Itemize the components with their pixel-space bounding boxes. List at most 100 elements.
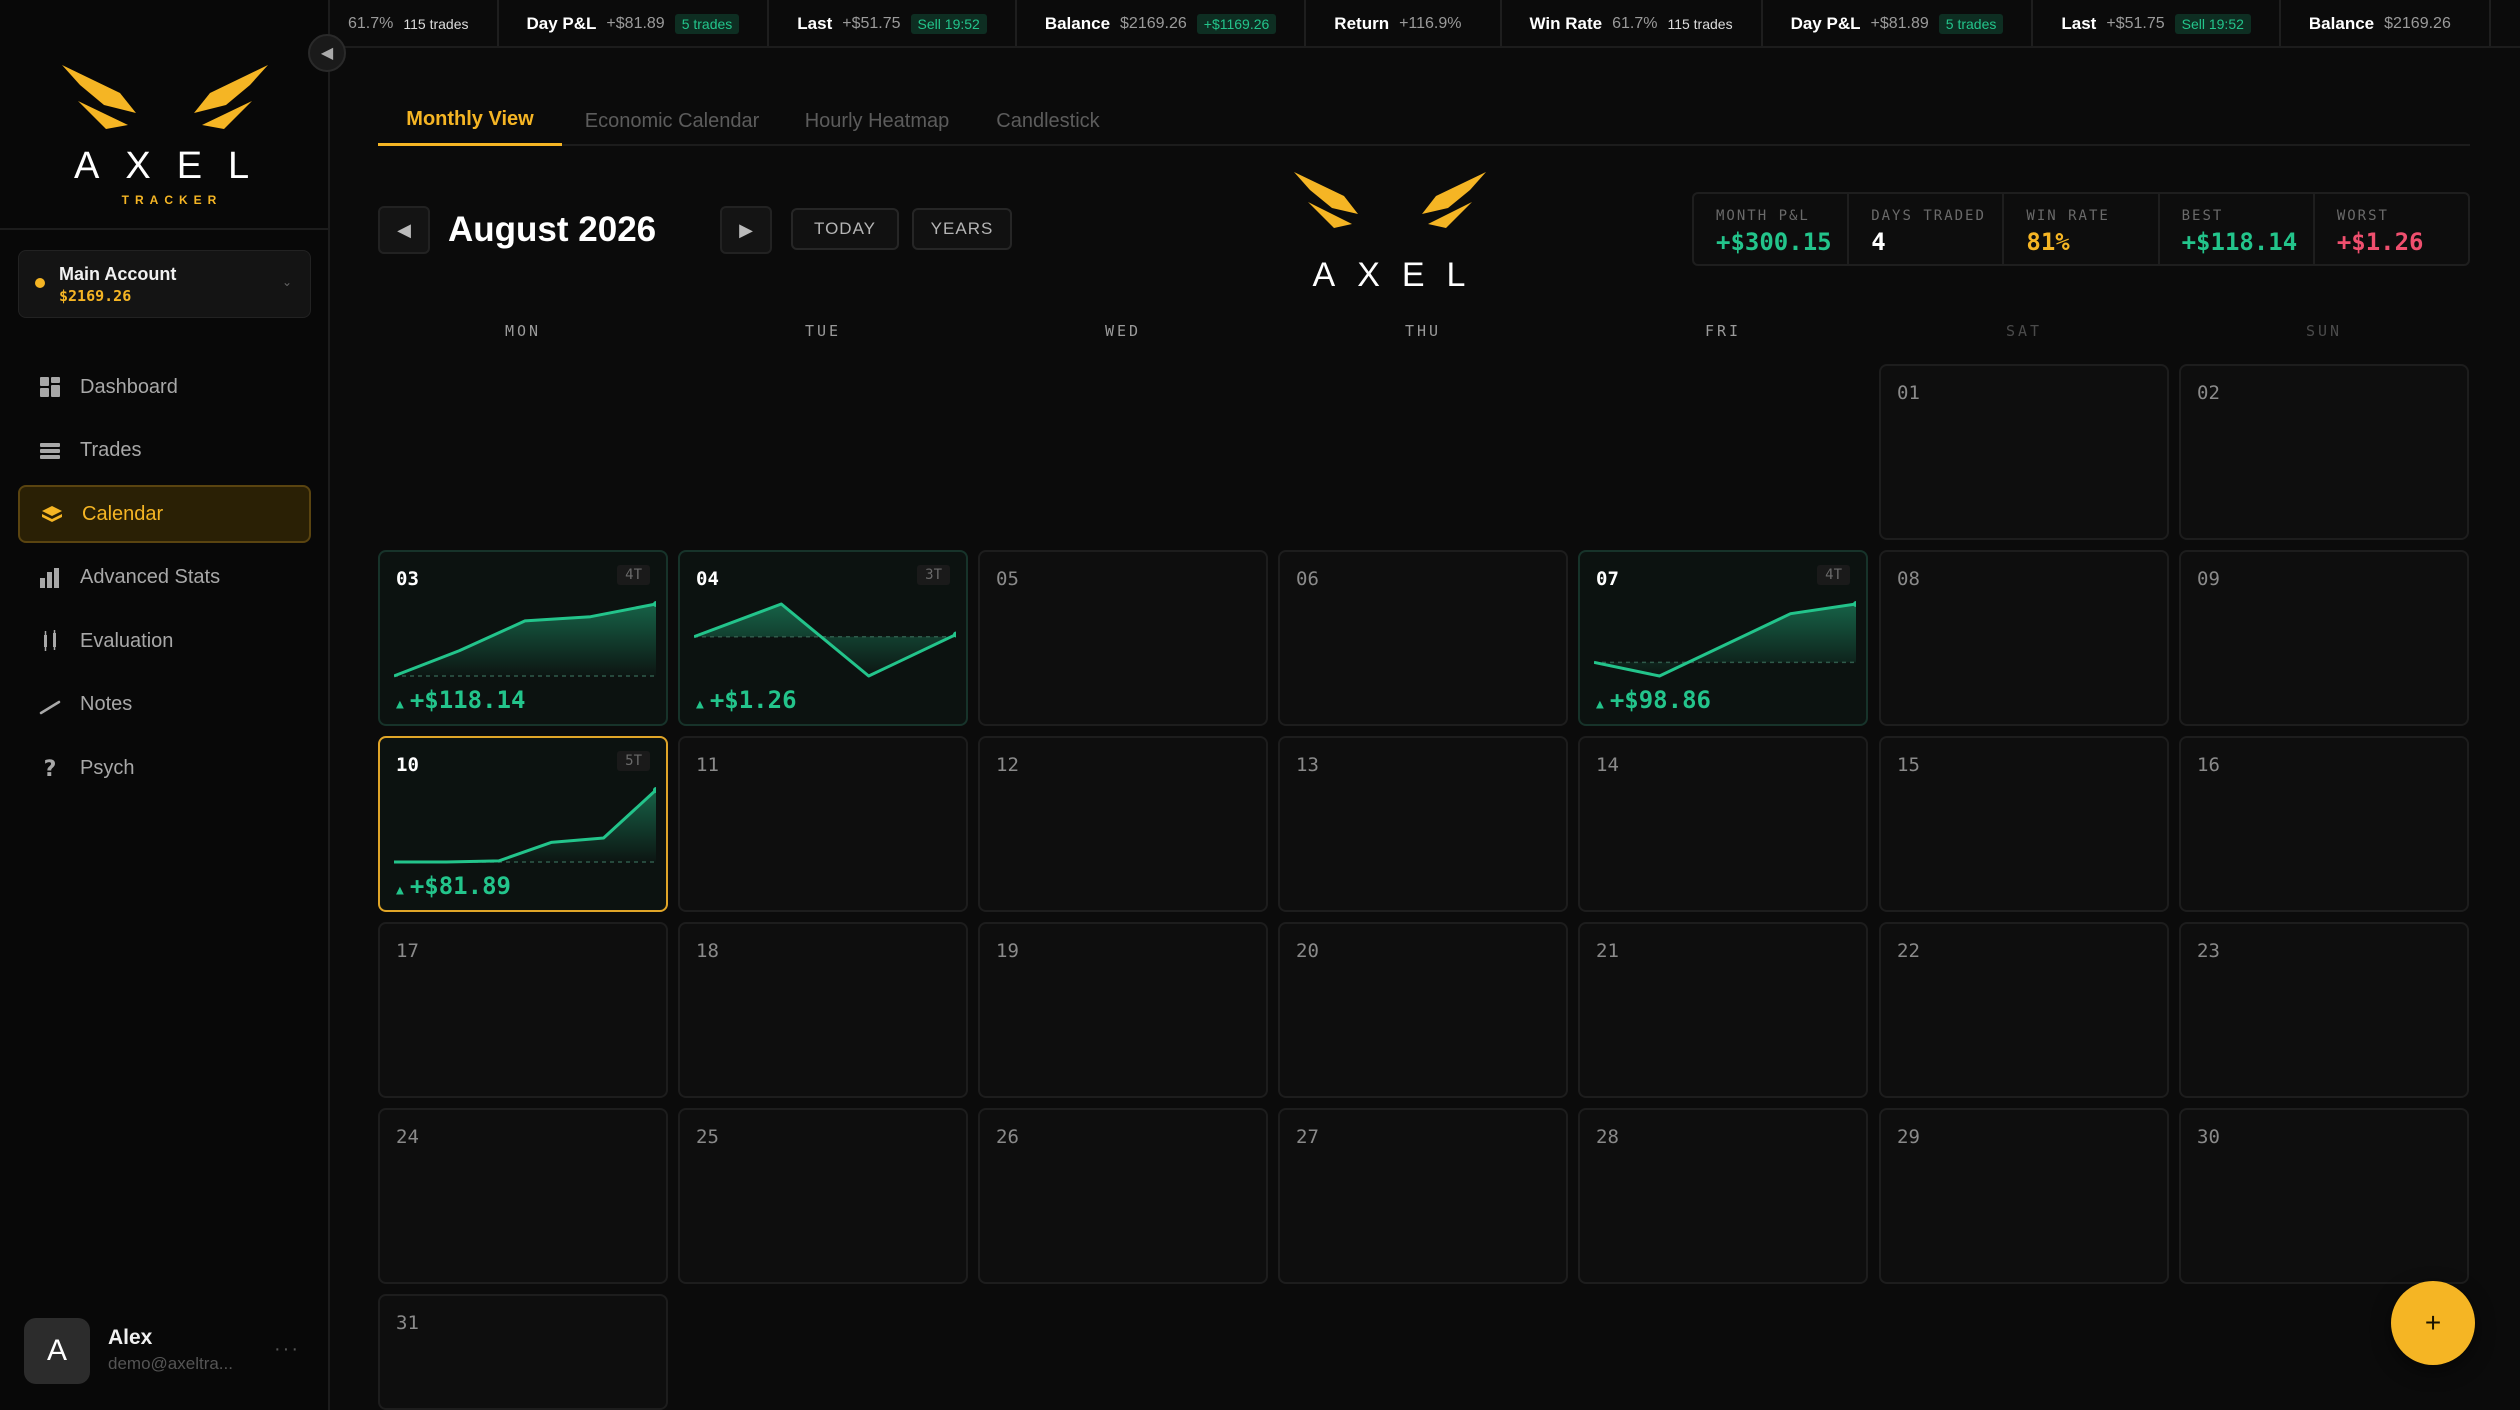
day-number: 29 — [1897, 1126, 1920, 1148]
weekday-header: FRI — [1704, 322, 1742, 340]
calendar-day-cell[interactable]: 14 — [1578, 736, 1868, 912]
evaluation-icon — [44, 630, 56, 651]
calendar-day-cell[interactable]: 24 — [378, 1108, 668, 1284]
calendar-day-cell[interactable]: 11 — [678, 736, 968, 912]
more-options-icon[interactable]: ··· — [274, 1338, 300, 1361]
calendar-day-cell[interactable]: 19 — [978, 922, 1268, 1098]
calendar-day-cell[interactable]: 25 — [678, 1108, 968, 1284]
sparkline-area — [394, 604, 656, 676]
add-trade-button[interactable]: + — [2391, 1281, 2475, 1365]
years-button[interactable]: YEARS — [912, 208, 1012, 250]
equity-sparkline — [694, 602, 956, 678]
stat-value: 81% — [2026, 228, 2070, 256]
ticker-item: Day P&L +$81.89 5 trades — [499, 0, 770, 46]
calendar-day-cell[interactable]: 09 — [2179, 550, 2469, 726]
tab-economic-calendar[interactable]: Economic Calendar — [574, 96, 770, 146]
prev-month-button[interactable]: ◀ — [378, 206, 430, 254]
next-month-button[interactable]: ▶ — [720, 206, 772, 254]
day-number: 27 — [1296, 1126, 1319, 1148]
stat-value: +$118.14 — [2181, 228, 2298, 256]
sidebar-item-dashboard[interactable]: Dashboard — [18, 358, 311, 416]
ticker-item: Return +116.9% — [1306, 0, 1502, 46]
calendar-day-cell[interactable]: 18 — [678, 922, 968, 1098]
day-number: 08 — [1897, 568, 1920, 590]
logo-text: AXEL — [74, 145, 276, 187]
calendar-day-cell[interactable]: 03 4T ▲ +$118.14 — [378, 550, 668, 726]
logo-subtext: TRACKER — [121, 193, 223, 207]
calendar-day-cell[interactable]: 20 — [1278, 922, 1568, 1098]
account-status-dot — [35, 278, 45, 288]
stat-win-rate: WIN RATE 81% — [2004, 194, 2160, 264]
calendar-day-cell[interactable]: 23 — [2179, 922, 2469, 1098]
day-number: 31 — [396, 1312, 419, 1334]
equity-sparkline — [1594, 601, 1856, 678]
month-stats: MONTH P&L +$300.15 DAYS TRADED 4 WIN RAT… — [1692, 192, 2470, 266]
svg-text:?: ? — [44, 757, 57, 780]
stat-worst: WORST +$1.26 — [2315, 194, 2468, 264]
calendar-day-cell[interactable]: 13 — [1278, 736, 1568, 912]
ticker-item: Win Rate 61.7% 115 trades — [1502, 0, 1763, 46]
ticker-label: Last — [797, 14, 833, 33]
today-button[interactable]: TODAY — [791, 208, 899, 250]
notes-icon — [39, 700, 61, 714]
stat-label: WORST — [2336, 208, 2389, 224]
sidebar-item-psych[interactable]: ? Psych — [18, 739, 311, 797]
stat-value: +$300.15 — [1716, 228, 1832, 256]
collapse-sidebar-button[interactable]: ◀ — [308, 34, 346, 72]
calendar-day-cell[interactable]: 07 4T ▲ +$98.86 — [1578, 550, 1868, 726]
help-icon: ? — [44, 757, 57, 780]
calendar-day-cell[interactable]: 17 — [378, 922, 668, 1098]
calendar-day-cell[interactable]: 21 — [1578, 922, 1868, 1098]
ticker-label: Return — [1334, 14, 1390, 33]
weekday-header: WED — [1104, 322, 1142, 340]
ticker-value: 61.7% — [348, 15, 394, 32]
day-number: 18 — [696, 940, 719, 962]
ticker-label: Day P&L — [1790, 14, 1861, 33]
plus-icon: + — [2424, 1307, 2442, 1338]
ticker-badge: 5 trades — [674, 14, 740, 34]
calendar-day-cell[interactable]: 26 — [978, 1108, 1268, 1284]
day-number: 01 — [1897, 382, 1920, 404]
calendar-day-cell[interactable]: 30 — [2179, 1108, 2469, 1284]
ticker-label: Last — [2061, 14, 2097, 33]
avatar: A — [24, 1318, 90, 1384]
calendar-day-cell[interactable]: 15 — [1879, 736, 2169, 912]
center-logo-text: AXEL — [1312, 256, 1488, 294]
calendar-day-cell[interactable]: 04 3T ▲ +$1.26 — [678, 550, 968, 726]
calendar-day-cell[interactable]: 16 — [2179, 736, 2469, 912]
view-tabs: Monthly View Economic Calendar Hourly He… — [378, 96, 2470, 146]
account-selector[interactable]: Main Account $2169.26 ⌄ — [18, 250, 311, 318]
weekday-header: SAT — [2005, 322, 2043, 340]
calendar-day-cell[interactable]: 22 — [1879, 922, 2169, 1098]
sidebar-item-evaluation[interactable]: Evaluation — [18, 612, 311, 670]
trade-count-badge: 4T — [617, 565, 650, 585]
calendar-day-cell[interactable]: 01 — [1879, 364, 2169, 540]
calendar-day-cell[interactable]: 06 — [1278, 550, 1568, 726]
calendar-day-cell[interactable]: 02 — [2179, 364, 2469, 540]
calendar-day-cell[interactable]: 29 — [1879, 1108, 2169, 1284]
sidebar-item-trades[interactable]: Trades — [18, 422, 311, 480]
sidebar-item-notes[interactable]: Notes — [18, 676, 311, 734]
calendar-day-cell[interactable]: 31 — [378, 1294, 668, 1410]
user-profile[interactable]: A Alex demo@axeltra... ··· — [0, 1300, 330, 1410]
day-number: 13 — [1296, 754, 1319, 776]
tab-candlestick[interactable]: Candlestick — [984, 96, 1112, 146]
calendar-day-cell[interactable]: 28 — [1578, 1108, 1868, 1284]
sidebar-item-advanced-stats[interactable]: Advanced Stats — [18, 549, 311, 607]
calendar-day-cell[interactable]: 10 5T ▲ +$81.89 — [378, 736, 668, 912]
sidebar-item-label: Advanced Stats — [80, 566, 221, 588]
calendar-day-cell[interactable]: 27 — [1278, 1108, 1568, 1284]
calendar-day-cell[interactable]: 05 — [978, 550, 1268, 726]
sidebar-item-calendar[interactable]: Calendar — [18, 485, 311, 543]
weekday-header: MON — [504, 322, 542, 340]
ticker-value: +$51.75 — [842, 15, 901, 32]
sidebar-item-label: Evaluation — [80, 629, 174, 652]
tab-hourly-heatmap[interactable]: Hourly Heatmap — [792, 96, 962, 146]
calendar-day-cell[interactable]: 12 — [978, 736, 1268, 912]
calendar-day-cell[interactable]: 08 — [1879, 550, 2169, 726]
tab-monthly-view[interactable]: Monthly View — [378, 96, 562, 146]
day-pnl: ▲ +$1.26 — [696, 686, 797, 714]
sidebar-item-label: Calendar — [82, 502, 164, 525]
trades-icon — [40, 442, 60, 459]
weekday-header: SUN — [2305, 322, 2343, 340]
